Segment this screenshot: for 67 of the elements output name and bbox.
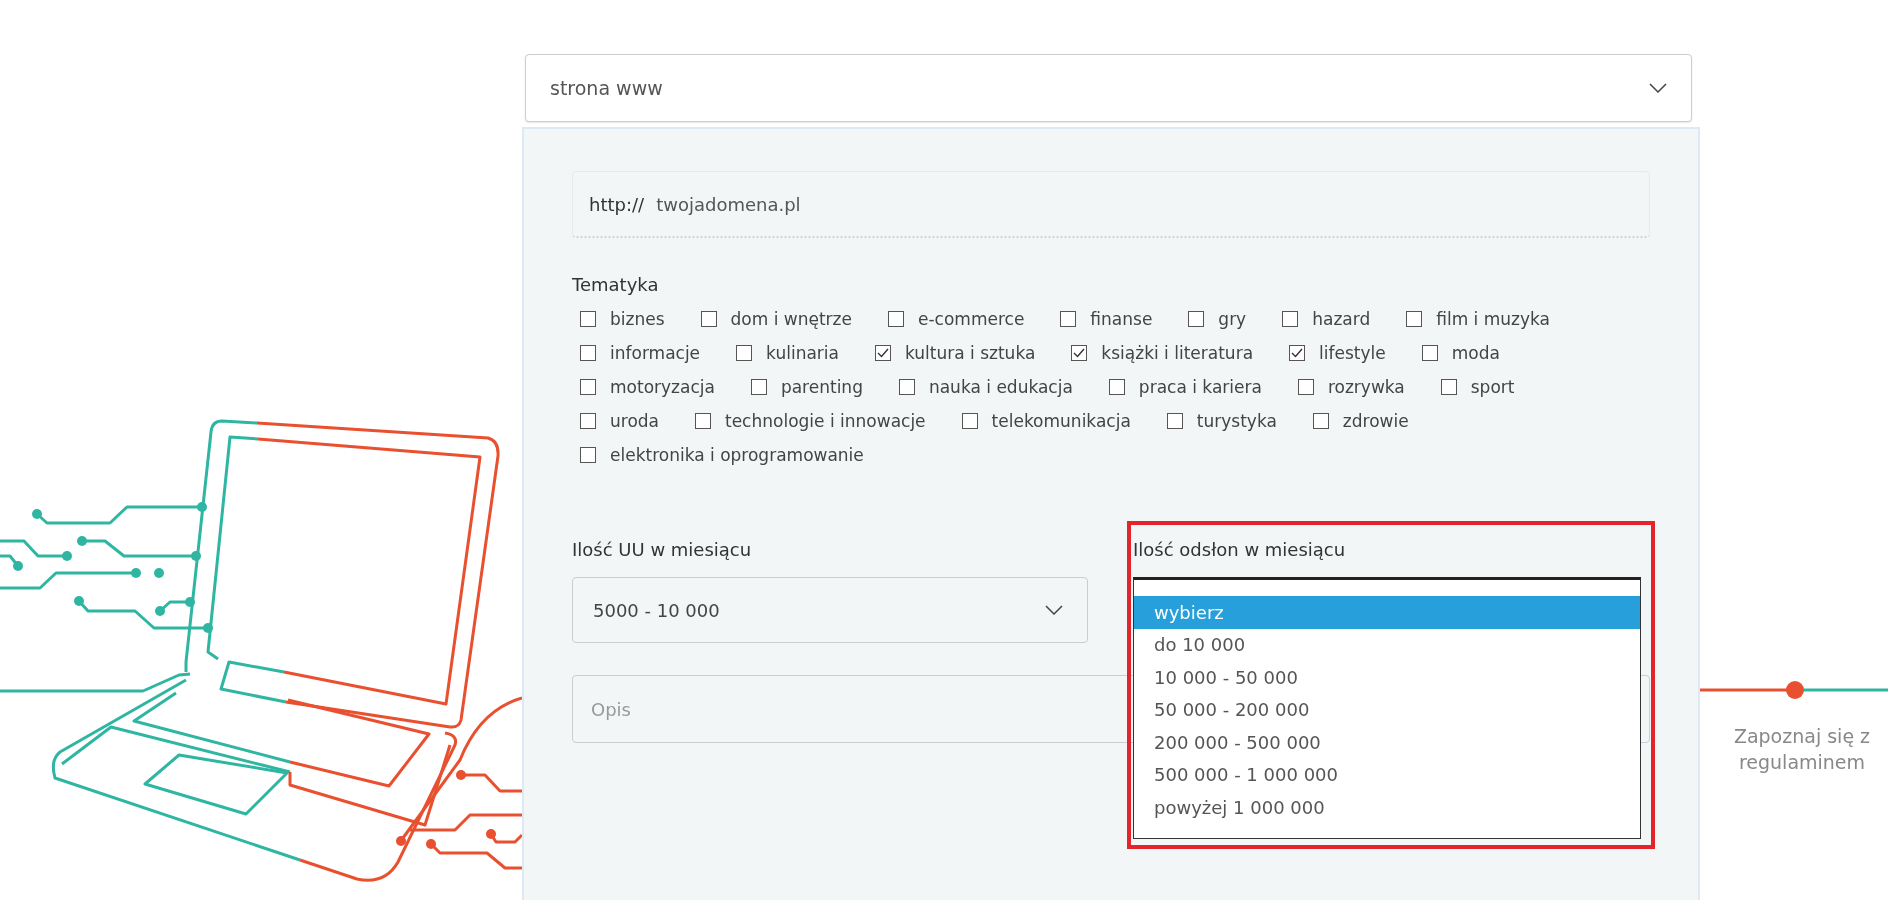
checkbox-label: praca i kariera bbox=[1138, 377, 1262, 397]
checkbox-label: informacje bbox=[610, 343, 701, 363]
checkbox-label: zdrowie bbox=[1342, 411, 1409, 431]
checkbox[interactable] bbox=[1166, 413, 1183, 429]
dropdown-option[interactable]: do 10 000 bbox=[1134, 628, 1640, 661]
chevron-down-icon bbox=[1649, 83, 1667, 93]
url-field[interactable]: http:// twojadomena.pl bbox=[572, 171, 1650, 238]
dropdown-option[interactable]: powyżej 1 000 000 bbox=[1134, 791, 1640, 824]
checkbox-label: kultura i sztuka bbox=[904, 343, 1036, 363]
checkbox-label: hazard bbox=[1312, 309, 1371, 329]
checkbox[interactable] bbox=[1282, 311, 1299, 327]
checkbox-label: lifestyle bbox=[1319, 343, 1386, 363]
checkbox[interactable] bbox=[1297, 379, 1314, 395]
checkbox[interactable] bbox=[1071, 345, 1088, 361]
field-label: Ilość odsłon w miesiącu bbox=[1133, 539, 1347, 562]
checkbox[interactable] bbox=[580, 311, 596, 327]
checkbox[interactable] bbox=[700, 311, 717, 327]
checkbox-label: dom i wnętrze bbox=[730, 309, 852, 329]
checkbox[interactable] bbox=[580, 345, 596, 361]
checkbox[interactable] bbox=[1289, 345, 1306, 361]
select-value: strona www bbox=[550, 77, 663, 99]
url-prefix: http:// bbox=[589, 193, 645, 215]
checkbox-label: uroda bbox=[610, 411, 659, 431]
checkbox-label: telekomunikacja bbox=[991, 411, 1131, 431]
checkbox[interactable] bbox=[736, 345, 753, 361]
checkbox[interactable] bbox=[898, 379, 915, 395]
checkbox[interactable] bbox=[961, 413, 978, 429]
checkbox-label: książki i literatura bbox=[1101, 343, 1254, 363]
checkbox[interactable] bbox=[580, 413, 596, 429]
checkbox[interactable] bbox=[580, 379, 596, 395]
checkbox-label: technologie i innowacje bbox=[725, 411, 926, 431]
checkbox[interactable] bbox=[1421, 345, 1438, 361]
dropdown-option[interactable]: 500 000 - 1 000 000 bbox=[1134, 758, 1640, 791]
checkbox-label: sport bbox=[1470, 377, 1515, 397]
checkbox-label: kulinaria bbox=[766, 343, 839, 363]
checkbox[interactable] bbox=[1108, 379, 1125, 395]
field-label: Ilość UU w miesiącu bbox=[572, 539, 753, 562]
checkbox[interactable] bbox=[1188, 311, 1205, 327]
checkbox-label: nauka i edukacja bbox=[928, 377, 1073, 397]
checkbox[interactable] bbox=[1060, 311, 1077, 327]
checkbox[interactable] bbox=[1312, 413, 1329, 429]
checkbox[interactable] bbox=[1440, 379, 1457, 395]
checkbox-label: e-commerce bbox=[918, 309, 1025, 329]
checkbox[interactable] bbox=[888, 311, 904, 327]
checkbox[interactable] bbox=[695, 413, 711, 429]
chevron-down-icon bbox=[1045, 605, 1063, 615]
checkbox-label: gry bbox=[1218, 309, 1247, 329]
dropdown-option[interactable]: 50 000 - 200 000 bbox=[1134, 693, 1640, 726]
checkbox-label: elektronika i oprogramowanie bbox=[610, 445, 864, 465]
checkbox-label: rozrywka bbox=[1327, 377, 1405, 397]
checkbox-label: biznes bbox=[610, 309, 665, 329]
checkbox-label: parenting bbox=[780, 377, 863, 397]
checkbox[interactable] bbox=[874, 345, 891, 361]
url-input[interactable]: twojadomena.pl bbox=[654, 192, 1633, 216]
checkbox-label: film i muzyka bbox=[1436, 309, 1550, 329]
type-select[interactable]: strona www bbox=[525, 54, 1692, 122]
checkbox[interactable] bbox=[580, 447, 596, 463]
checkbox[interactable] bbox=[750, 379, 767, 395]
checkbox-label: turystyka bbox=[1196, 411, 1277, 431]
checkbox[interactable] bbox=[1406, 311, 1423, 327]
checkbox-label: finanse bbox=[1090, 309, 1153, 329]
checkbox-label: moda bbox=[1451, 343, 1500, 363]
terms-link[interactable]: Zapoznaj się z regulaminem bbox=[1727, 724, 1877, 776]
checkbox-label: motoryzacja bbox=[610, 377, 715, 397]
uu-select[interactable]: 5000 - 10 000 bbox=[572, 577, 1088, 643]
select-value: 5000 - 10 000 bbox=[593, 599, 720, 621]
section-title: Tematyka bbox=[572, 274, 660, 295]
